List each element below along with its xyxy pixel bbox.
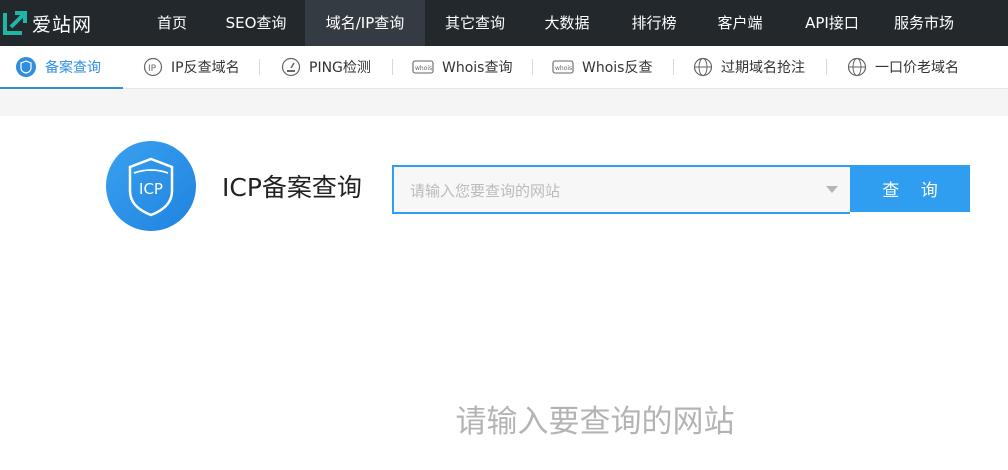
page-title: ICP备案查询 [222,173,362,202]
top-navigation-bar: 爱站网 首页 SEO查询 域名/IP查询 其它查询 大数据 排行榜 客户端 AP… [0,0,1008,46]
globe-icon [847,57,867,77]
subnav-label: IP反查域名 [171,60,240,76]
icp-icon [16,57,36,77]
search-input[interactable] [408,167,822,214]
svg-text:whois: whois [555,65,572,72]
nav-other-query[interactable]: 其它查询 [432,0,518,46]
whois-icon: whois [552,60,574,74]
site-logo[interactable]: 爱站网 [0,0,110,46]
subnav-fixed-price-domain[interactable]: 一口价老域名 [847,46,959,88]
subnav-label: PING检测 [309,60,371,76]
icp-shield-badge: ICP [106,141,196,231]
logo-text: 爱站网 [32,14,93,36]
subnav-label: 备案查询 [45,60,101,76]
nav-api[interactable]: API接口 [790,0,874,46]
subnav-expired-domain[interactable]: 过期域名抢注 [693,46,805,88]
subnav-label: Whois查询 [442,60,513,76]
chevron-down-icon[interactable] [826,186,838,193]
nav-ranking[interactable]: 排行榜 [617,0,691,46]
nav-client[interactable]: 客户端 [703,0,777,46]
nav-service-market[interactable]: 服务市场 [884,0,964,46]
logo-icon [3,11,27,35]
whois-icon: whois [412,60,434,74]
subnav-ip-reverse[interactable]: IP IP反查域名 [143,46,240,88]
search-button[interactable]: 查 询 [850,165,970,212]
globe-icon [693,57,713,77]
subnav-whois-query[interactable]: whois Whois查询 [412,46,512,88]
subnav-whois-reverse[interactable]: whois Whois反查 [552,46,652,88]
subnav-divider [673,59,674,75]
subnav-divider [259,59,260,75]
gray-band [0,89,1008,116]
subnav-ping-check[interactable]: PING检测 [281,46,371,88]
search-box [392,165,850,214]
subnav-label: 过期域名抢注 [721,60,805,76]
subnav-label: Whois反查 [582,60,653,76]
subnav-label: 一口价老域名 [875,60,959,76]
badge-text: ICP [139,180,163,198]
shield-icon: ICP [128,157,174,217]
empty-state-hint: 请输入要查询的网站 [455,404,735,440]
svg-text:whois: whois [415,65,432,72]
subnav-divider [392,59,393,75]
ip-icon: IP [143,57,163,77]
gauge-icon [281,57,301,77]
subnav-icp-query[interactable]: 备案查询 [0,46,123,89]
sub-navigation-bar: 备案查询 IP IP反查域名 PING检测 whois Whois查询 whoi… [0,46,1008,89]
nav-home[interactable]: 首页 [140,0,204,46]
nav-domain-ip-query[interactable]: 域名/IP查询 [305,0,425,46]
subnav-divider [532,59,533,75]
svg-text:IP: IP [148,64,157,74]
nav-seo-query[interactable]: SEO查询 [214,0,298,46]
nav-big-data[interactable]: 大数据 [530,0,604,46]
subnav-divider [826,59,827,75]
